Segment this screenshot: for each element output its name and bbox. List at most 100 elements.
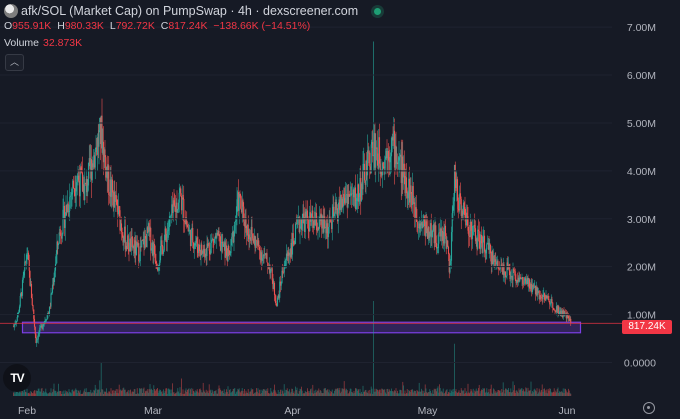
candle-body <box>208 242 210 251</box>
chart-container[interactable]: 0.0000 1.00M 2.00M 3.00M 4.00M 5.00M 6.00M 7.00… <box>0 0 680 419</box>
candle-body <box>54 270 56 278</box>
candle-body <box>395 145 397 165</box>
candle-body <box>55 253 57 264</box>
candle-body <box>240 196 242 209</box>
candle-body <box>384 159 386 169</box>
y-tick-label: 6.00M <box>627 70 656 82</box>
candle-body <box>18 312 20 314</box>
candle-body <box>356 198 358 202</box>
candle-body <box>122 234 124 243</box>
candle-body <box>64 216 66 228</box>
candle-body <box>36 339 39 341</box>
candle-body <box>255 240 257 248</box>
candle-body <box>21 279 24 296</box>
candle-body <box>16 317 18 322</box>
candle-body <box>389 157 391 163</box>
candle-body <box>533 286 535 288</box>
volume-bar <box>570 393 572 396</box>
candle-body <box>183 221 186 223</box>
candle-body <box>436 248 438 249</box>
candle-body <box>474 225 476 229</box>
candle-body <box>258 246 261 251</box>
candle-body <box>155 261 157 264</box>
candle-body <box>252 233 254 239</box>
candle-body <box>159 260 161 266</box>
volume-bar <box>454 343 455 396</box>
candle-body <box>87 185 89 193</box>
candle-body <box>449 264 451 273</box>
candle-body <box>410 185 412 194</box>
candle-body <box>210 239 213 243</box>
last-price-tag: 817.24K <box>622 320 672 334</box>
settings-gear-icon[interactable] <box>643 402 655 414</box>
candle-body <box>450 260 452 265</box>
candle-body <box>12 326 15 328</box>
candle-body <box>48 306 51 314</box>
volume-value: 32.873K <box>43 37 83 49</box>
candle-body <box>464 207 466 218</box>
candle-body <box>194 243 196 246</box>
candle-body <box>463 202 465 208</box>
candle-body <box>94 149 96 168</box>
candle-body <box>62 209 64 234</box>
candle-body <box>144 235 147 239</box>
price-chart[interactable]: 0.00001.00M2.00M3.00M4.00M5.00M6.00M7.00… <box>0 0 680 419</box>
candle-body <box>68 210 70 213</box>
candle-body <box>384 156 387 160</box>
candle-body <box>33 318 36 327</box>
candle-body <box>537 293 539 295</box>
candle-body <box>415 207 417 220</box>
candle-body <box>513 269 515 271</box>
candle-body <box>438 232 440 244</box>
candle-body <box>53 277 55 285</box>
candle-body <box>222 244 225 247</box>
candle-body <box>412 186 414 204</box>
candle-body <box>551 299 553 303</box>
candle-body <box>431 230 433 237</box>
candle-body <box>230 239 232 254</box>
candle-body <box>297 218 299 224</box>
candle-body <box>159 245 162 261</box>
x-tick-label: Jun <box>559 405 576 417</box>
candle-body <box>27 252 30 261</box>
candle-body <box>397 160 399 165</box>
candle-body <box>261 258 264 261</box>
candle-body <box>407 192 409 199</box>
candle-body <box>150 227 152 251</box>
candle-body <box>71 192 73 195</box>
candle-body <box>523 280 525 285</box>
candle-body <box>141 240 143 248</box>
candle-body <box>121 232 123 235</box>
candle-body <box>75 182 78 192</box>
candle-body <box>98 130 100 147</box>
ohlc-readout: O955.91K H980.33K L792.72K C817.24K −138… <box>4 20 313 32</box>
candle-body <box>420 225 422 229</box>
tradingview-logo[interactable]: TV <box>3 364 31 392</box>
candle-body <box>50 293 52 307</box>
candle-body <box>168 227 170 231</box>
candle-body <box>178 192 180 203</box>
candle-body <box>154 254 156 262</box>
candle-body <box>251 226 253 234</box>
live-status-icon <box>374 7 382 15</box>
candle-body <box>293 240 295 245</box>
candle-body <box>349 195 351 197</box>
x-tick-label: Apr <box>284 405 301 417</box>
candle-body <box>44 320 46 322</box>
candle-body <box>347 194 349 208</box>
candle-body <box>370 144 372 174</box>
candle-body <box>170 215 172 216</box>
candle-body <box>547 296 549 299</box>
volume-readout: Volume 32.873K <box>4 37 82 49</box>
candle-body <box>13 324 15 327</box>
candle-body <box>69 195 72 197</box>
candle-body <box>438 232 441 234</box>
candle-body <box>285 260 287 265</box>
candle-body <box>552 308 555 310</box>
candle-body <box>429 236 431 238</box>
support-zone-box <box>21 321 582 334</box>
candle-body <box>432 230 434 232</box>
high-label: H <box>57 20 65 32</box>
collapse-legend-button[interactable]: ︿ <box>5 54 24 71</box>
candle-body <box>426 221 428 229</box>
